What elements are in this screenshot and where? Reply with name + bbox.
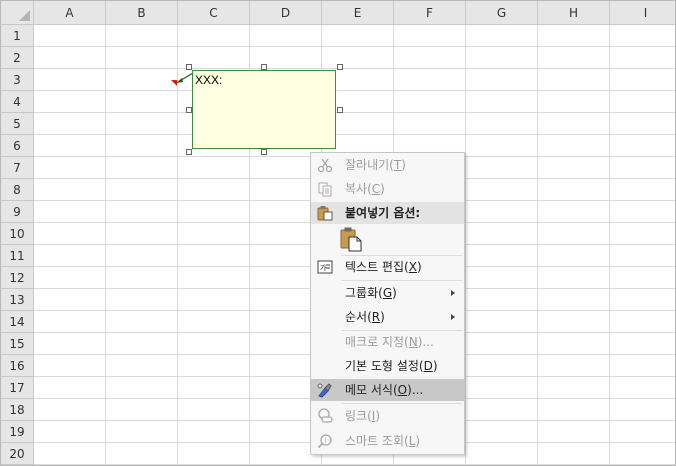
scissors-icon	[317, 158, 333, 173]
menu-item-format-comment[interactable]: 메모 서식(O)...	[311, 379, 464, 401]
menu-label-copy: 복사	[345, 182, 368, 196]
menu-key-assign-macro: N	[408, 335, 418, 349]
context-menu: 잘라내기(T) 복사(C) 붙여넣기 옵션: 가 텍스트 편집(X) 그룹화(G…	[310, 152, 465, 455]
column-header-b[interactable]: B	[106, 1, 178, 25]
row-header-16[interactable]: 16	[1, 355, 34, 377]
row-headers: 1 2 3 4 5 6 7 8 9 10 11 12 13 14 15 16 1…	[1, 25, 34, 465]
submenu-arrow-icon	[451, 314, 455, 320]
menu-item-smart-lookup[interactable]: i 스마트 조회(L)	[311, 430, 464, 452]
menu-key-group: G	[382, 286, 393, 300]
menu-suffix-format-comment: ...	[411, 383, 424, 397]
row-header-15[interactable]: 15	[1, 333, 34, 355]
row-header-19[interactable]: 19	[1, 421, 34, 443]
menu-item-default-shape[interactable]: 기본 도형 설정(D)	[311, 355, 464, 377]
menu-label-smart-lookup: 스마트 조회	[345, 434, 405, 448]
smart-lookup-icon: i	[317, 434, 332, 449]
link-icon	[318, 408, 333, 423]
menu-suffix-assign-macro: ...	[422, 335, 434, 349]
menu-separator	[341, 280, 462, 281]
resize-handle-bottom[interactable]	[261, 149, 267, 155]
menu-key-edit-text: X	[408, 260, 417, 274]
menu-label-link: 링크	[345, 409, 368, 423]
menu-item-order[interactable]: 순서(R)	[311, 306, 464, 328]
column-header-d[interactable]: D	[250, 1, 322, 25]
column-header-i[interactable]: I	[610, 1, 675, 25]
column-header-h[interactable]: H	[538, 1, 610, 25]
row-header-11[interactable]: 11	[1, 245, 34, 267]
menu-item-edit-text[interactable]: 가 텍스트 편집(X)	[311, 256, 464, 278]
row-header-1[interactable]: 1	[1, 25, 34, 47]
resize-handle-right[interactable]	[337, 107, 343, 113]
paste-options-header: 붙여넣기 옵션:	[311, 202, 464, 224]
row-header-12[interactable]: 12	[1, 267, 34, 289]
row-header-18[interactable]: 18	[1, 399, 34, 421]
row-header-13[interactable]: 13	[1, 289, 34, 311]
menu-item-copy[interactable]: 복사(C)	[311, 178, 464, 200]
menu-label-default-shape: 기본 도형 설정	[345, 359, 419, 373]
menu-separator	[341, 403, 462, 404]
row-header-10[interactable]: 10	[1, 223, 34, 245]
format-shape-icon	[317, 383, 332, 398]
submenu-arrow-icon	[451, 290, 455, 296]
column-header-f[interactable]: F	[394, 1, 466, 25]
menu-label-order: 순서	[345, 310, 368, 324]
row-header-5[interactable]: 5	[1, 113, 34, 135]
comment-text[interactable]: XXX:	[195, 73, 222, 87]
row-header-2[interactable]: 2	[1, 47, 34, 69]
menu-key-default-shape: D	[423, 359, 433, 373]
row-header-7[interactable]: 7	[1, 157, 34, 179]
edit-text-icon: 가	[317, 260, 333, 274]
resize-handle-left[interactable]	[186, 107, 192, 113]
row-header-9[interactable]: 9	[1, 201, 34, 223]
column-headers: A B C D E F G H I	[34, 1, 675, 25]
menu-label-assign-macro: 매크로 지정	[345, 335, 405, 349]
clipboard-icon	[317, 206, 333, 221]
menu-key-copy: C	[371, 182, 381, 196]
resize-handle-top-left[interactable]	[186, 64, 192, 70]
row-header-8[interactable]: 8	[1, 179, 34, 201]
row-header-20[interactable]: 20	[1, 443, 34, 465]
row-header-6[interactable]: 6	[1, 135, 34, 157]
resize-handle-top-right[interactable]	[337, 64, 343, 70]
menu-label-cut: 잘라내기	[345, 158, 390, 172]
menu-label-group: 그룹화	[345, 286, 379, 300]
menu-item-link[interactable]: 링크(I)	[311, 405, 464, 427]
row-header-17[interactable]: 17	[1, 377, 34, 399]
menu-key-cut: T	[393, 158, 402, 172]
column-header-c[interactable]: C	[178, 1, 250, 25]
menu-key-link: I	[371, 409, 376, 423]
row-header-3[interactable]: 3	[1, 69, 34, 91]
menu-item-assign-macro[interactable]: 매크로 지정(N)...	[311, 331, 464, 353]
paste-clipboard-icon	[340, 227, 362, 252]
column-header-a[interactable]: A	[34, 1, 106, 25]
menu-label-edit-text: 텍스트 편집	[345, 260, 405, 274]
select-all-triangle-icon	[19, 10, 30, 21]
paste-options-label: 붙여넣기 옵션:	[345, 206, 421, 220]
resize-handle-bottom-left[interactable]	[186, 149, 192, 155]
menu-item-group[interactable]: 그룹화(G)	[311, 282, 464, 304]
row-header-14[interactable]: 14	[1, 311, 34, 333]
column-header-e[interactable]: E	[322, 1, 394, 25]
select-all-corner[interactable]	[1, 1, 34, 25]
comment-indicator-icon	[171, 80, 177, 86]
paste-option-button[interactable]	[339, 226, 367, 254]
menu-key-smart-lookup: L	[408, 434, 416, 448]
column-header-g[interactable]: G	[466, 1, 538, 25]
spreadsheet-window: A B C D E F G H I 1 2 3 4 5 6 7 8 9 10 1…	[0, 0, 676, 466]
menu-key-order: R	[371, 310, 381, 324]
comment-box[interactable]: XXX:	[192, 70, 336, 149]
copy-icon	[318, 182, 332, 197]
row-header-4[interactable]: 4	[1, 91, 34, 113]
svg-text:가: 가	[320, 263, 327, 272]
resize-handle-top[interactable]	[261, 64, 267, 70]
svg-text:i: i	[325, 437, 327, 445]
menu-label-format-comment: 메모 서식	[345, 383, 393, 397]
menu-item-cut[interactable]: 잘라내기(T)	[311, 154, 464, 176]
menu-key-format-comment: O	[397, 383, 408, 397]
